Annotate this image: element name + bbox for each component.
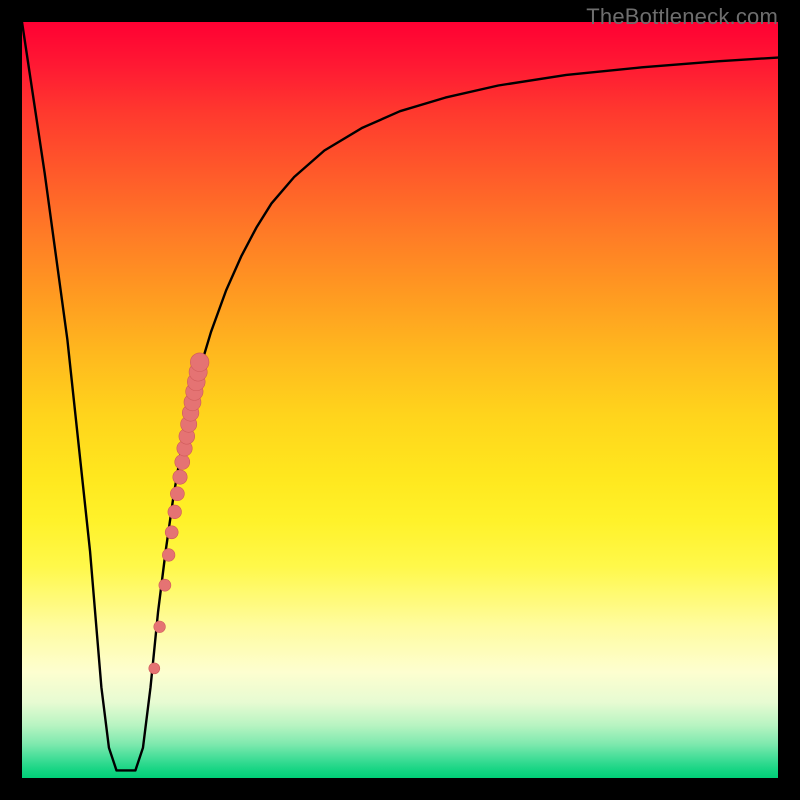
chart-frame: TheBottleneck.com — [0, 0, 800, 800]
plot-area — [22, 22, 778, 778]
data-dot — [149, 663, 160, 674]
data-dot — [159, 579, 171, 591]
data-dot — [165, 526, 178, 539]
data-dot — [162, 549, 175, 562]
data-dot — [173, 470, 187, 484]
data-dot — [170, 487, 184, 501]
data-dot — [168, 505, 182, 519]
data-dot — [175, 454, 190, 469]
curve-layer — [22, 22, 778, 778]
watermark-text: TheBottleneck.com — [586, 4, 778, 30]
data-dot — [154, 621, 166, 633]
data-dots — [149, 353, 209, 674]
data-dot — [190, 353, 209, 372]
bottleneck-curve — [22, 22, 778, 770]
